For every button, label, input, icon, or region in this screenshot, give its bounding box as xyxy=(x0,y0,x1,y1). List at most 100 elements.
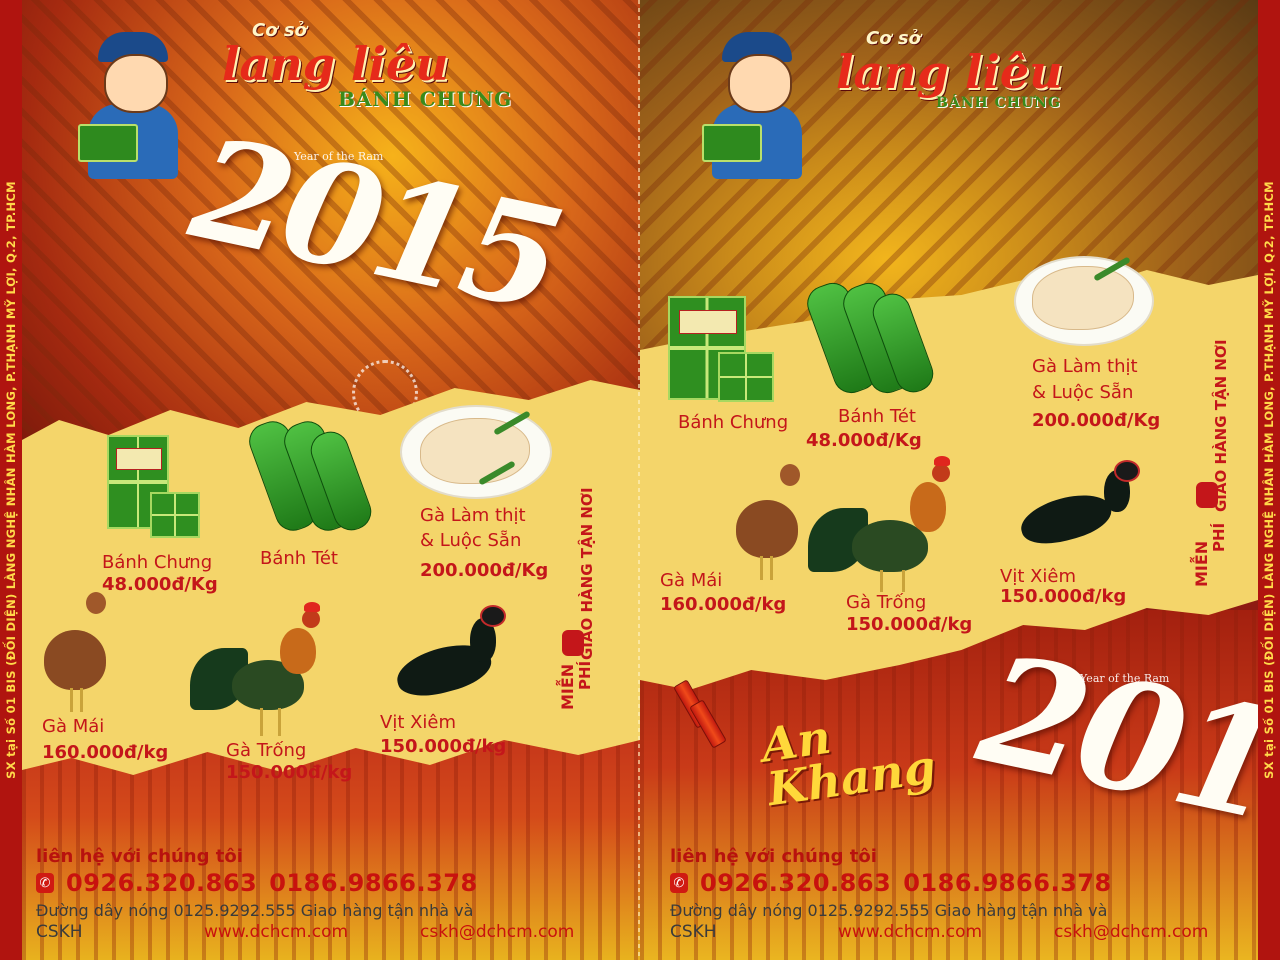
mascot-illustration xyxy=(78,32,198,182)
free-label: MIỄN xyxy=(1192,540,1211,587)
product-name-2: & Luộc Sẵn xyxy=(420,530,522,551)
face-shape xyxy=(728,54,792,113)
cake-label-shape xyxy=(115,447,163,470)
product-price: 200.000đ/Kg xyxy=(420,560,549,581)
brand-sub: BÁNH CHƯNG xyxy=(338,87,513,111)
banh-chung-small-image xyxy=(718,352,774,402)
rooster-neck-shape xyxy=(280,628,316,674)
phone-2[interactable]: 0186.9866.378 xyxy=(903,869,1111,897)
comb-shape xyxy=(934,456,950,466)
phone-row: ✆ 0926.320.863 0186.9866.378 xyxy=(36,869,574,897)
contact-title: liên hệ với chúng tôi xyxy=(36,846,243,867)
product-price: 150.000đ/kg xyxy=(846,614,973,635)
contact-links: CSKH www.dchcm.com cskh@dchcm.com xyxy=(36,922,574,942)
email-link[interactable]: cskh@dchcm.com xyxy=(1054,922,1208,942)
free-delivery-badge: GIAO HÀNG TẬN NƠI MIỄN PHÍ xyxy=(1190,339,1230,592)
leg-shape xyxy=(278,708,281,736)
product-price: 48.000đ/Kg xyxy=(102,574,218,595)
leg-shape xyxy=(770,556,773,580)
product-name: Gà Mái xyxy=(660,570,723,591)
brand-logo: Cơ sở lang liêu BÁNH CHƯNG xyxy=(222,20,512,111)
website-link[interactable]: www.dchcm.com xyxy=(838,922,1054,942)
side-strip-right: SX tại Số 01 BIS (ĐỐI DIỆN) LÀNG NGHỆ NH… xyxy=(1258,0,1280,960)
delivery-bike-icon xyxy=(1196,482,1218,508)
hotline-text: Đường dây nóng 0125.9292.555 Giao hàng t… xyxy=(36,901,474,920)
delivery-bike-icon xyxy=(562,630,584,656)
rooster-neck-shape xyxy=(910,482,946,532)
comb-shape xyxy=(304,602,320,612)
duck-head-shape xyxy=(480,605,506,627)
hotline-text: Đường dây nóng 0125.9292.555 Giao hàng t… xyxy=(670,901,1108,920)
brand-logo: Cơ sở lang liêu BÁNH CHƯNG xyxy=(836,28,1063,111)
contact-links: CSKH www.dchcm.com cskh@dchcm.com xyxy=(670,922,1208,942)
mascot-illustration xyxy=(702,32,822,182)
product-name: Bánh Chưng xyxy=(102,552,213,573)
phone-2[interactable]: 0186.9866.378 xyxy=(269,869,477,897)
fold-divider xyxy=(638,0,640,960)
leg-shape xyxy=(260,708,263,736)
cooked-chicken-image xyxy=(420,418,530,484)
product-price: 200.000đ/Kg xyxy=(1032,410,1161,431)
banh-chung-small-image xyxy=(150,492,200,538)
free-label: MIỄN xyxy=(558,663,577,710)
phone-1[interactable]: 0926.320.863 xyxy=(700,869,891,897)
right-panel: Cơ sở lang liêu BÁNH CHƯNG Bánh Chưng Bá… xyxy=(640,0,1258,960)
product-name: Bánh Tét xyxy=(838,406,916,427)
product-price: 150.000đ/kg xyxy=(1000,586,1127,607)
side-address-right: SX tại Số 01 BIS (ĐỐI DIỆN) LÀNG NGHỆ NH… xyxy=(1262,181,1276,779)
face-shape xyxy=(104,54,168,113)
product-name: Bánh Tét xyxy=(260,548,338,569)
email-link[interactable]: cskh@dchcm.com xyxy=(420,922,574,942)
product-name-2: & Luộc Sẵn xyxy=(1032,382,1134,403)
year-of-ram-label: Year of the Ram xyxy=(1080,672,1170,685)
brand-name: lang liêu xyxy=(222,37,449,91)
cake-label-shape xyxy=(678,310,738,334)
website-link[interactable]: www.dchcm.com xyxy=(204,922,420,942)
leg-shape xyxy=(80,688,83,712)
product-name: Gà Làm thịt xyxy=(1032,356,1138,377)
hen-image xyxy=(44,630,106,690)
banh-chung-icon xyxy=(78,124,138,162)
cskh-label: CSKH xyxy=(670,922,717,942)
phone-1[interactable]: 0926.320.863 xyxy=(66,869,257,897)
product-price: 48.000đ/Kg xyxy=(806,430,922,451)
product-price: 150.000đ/kg xyxy=(226,762,353,783)
product-name: Bánh Chưng xyxy=(678,412,789,433)
product-name: Gà Mái xyxy=(42,716,105,737)
phone-icon: ✆ xyxy=(670,873,688,893)
hen-head-shape xyxy=(86,592,106,614)
product-name: Gà Làm thịt xyxy=(420,505,526,526)
banh-chung-icon xyxy=(702,124,762,162)
leg-shape xyxy=(880,570,883,592)
product-price: 160.000đ/kg xyxy=(42,742,169,763)
cooked-chicken-image xyxy=(1032,266,1134,330)
side-address-left: SX tại Số 01 BIS (ĐỐI DIỆN) LÀNG NGHỆ NH… xyxy=(4,181,18,779)
product-name: Gà Trống xyxy=(226,740,307,761)
free-delivery-badge: GIAO HÀNG TẬN NƠI MIỄN PHÍ xyxy=(556,487,596,740)
greeting-text: An Khang xyxy=(758,701,939,817)
product-name: Vịt Xiêm xyxy=(380,712,457,733)
brand-sub: BÁNH CHƯNG xyxy=(936,95,1061,111)
phone-row: ✆ 0926.320.863 0186.9866.378 xyxy=(670,869,1208,897)
product-name: Vịt Xiêm xyxy=(1000,566,1077,587)
duck-head-shape xyxy=(1114,460,1140,482)
hen-image xyxy=(736,500,798,558)
left-panel: Cơ sở lang liêu BÁNH CHƯNG Year of the R… xyxy=(22,0,640,960)
leg-shape xyxy=(70,688,73,712)
leg-shape xyxy=(760,556,763,580)
product-price: 150.000đ/kg xyxy=(380,736,507,757)
flyer: SX tại Số 01 BIS (ĐỐI DIỆN) LÀNG NGHỆ NH… xyxy=(0,0,1280,960)
brand-name: lang liêu xyxy=(836,45,1063,99)
hen-head-shape xyxy=(780,464,800,486)
phone-icon: ✆ xyxy=(36,873,54,893)
product-name: Gà Trống xyxy=(846,592,927,613)
cskh-label: CSKH xyxy=(36,922,83,942)
contact-title: liên hệ với chúng tôi xyxy=(670,846,877,867)
rooster-head-shape xyxy=(932,464,950,482)
side-strip-left: SX tại Số 01 BIS (ĐỐI DIỆN) LÀNG NGHỆ NH… xyxy=(0,0,22,960)
contact-block: liên hệ với chúng tôi ✆ 0926.320.863 018… xyxy=(670,846,1208,942)
rooster-head-shape xyxy=(302,610,320,628)
leg-shape xyxy=(902,570,905,592)
product-price: 160.000đ/kg xyxy=(660,594,787,615)
contact-block: liên hệ với chúng tôi ✆ 0926.320.863 018… xyxy=(36,846,574,942)
